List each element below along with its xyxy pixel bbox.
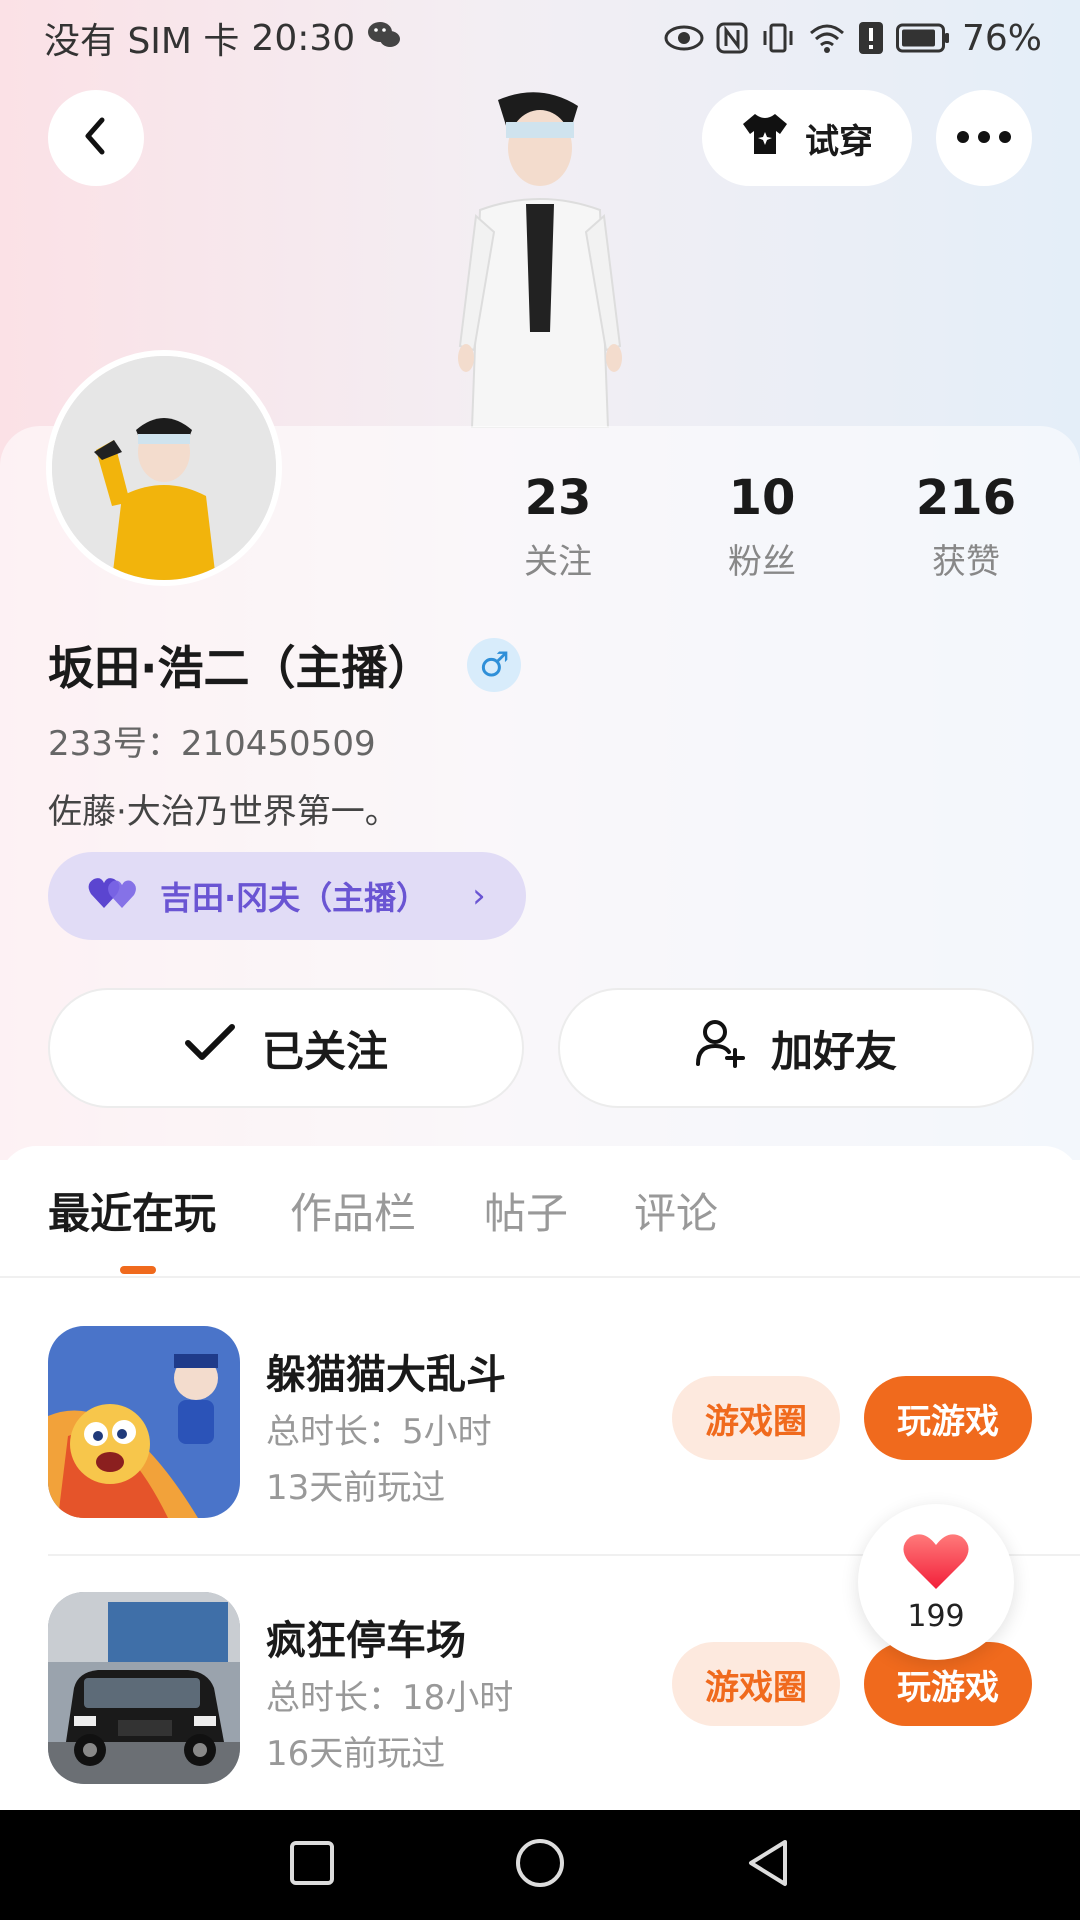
vibrate-icon xyxy=(760,22,796,54)
game-duration: 总时长：5小时 xyxy=(266,1412,492,1452)
tabs-divider xyxy=(0,1276,1080,1278)
stat-likes-label: 获赞 xyxy=(932,542,1000,582)
stat-following[interactable]: 23 关注 xyxy=(478,470,638,583)
game-item[interactable]: 躲猫猫大乱斗 总时长：5小时 13天前玩过 游戏圈 玩游戏 xyxy=(0,1326,1080,1522)
back-button[interactable] xyxy=(48,90,144,186)
user-bio: 佐藤·大治乃世界第一。 xyxy=(48,792,399,832)
user-id: 233号：210450509 xyxy=(48,724,376,764)
game-circle-button[interactable]: 游戏圈 xyxy=(672,1376,840,1460)
partner-name: 吉田·冈夫（主播） xyxy=(160,879,429,917)
follow-label: 已关注 xyxy=(261,1026,388,1076)
like-button[interactable]: 199 xyxy=(858,1504,1014,1660)
game-last-played: 13天前玩过 xyxy=(266,1468,446,1508)
game-title: 疯狂停车场 xyxy=(266,1618,466,1664)
user-name: 坂田·浩二（主播） xyxy=(48,641,434,695)
like-count: 199 xyxy=(907,1598,965,1634)
status-bar: 没有 SIM 卡 20:30 76% xyxy=(0,0,1080,76)
partner-link[interactable]: 吉田·冈夫（主播） › xyxy=(48,852,526,940)
game-last-played: 16天前玩过 xyxy=(266,1734,446,1774)
add-friend-label: 加好友 xyxy=(770,1026,897,1076)
stat-following-label: 关注 xyxy=(524,542,592,582)
back-icon xyxy=(78,116,114,160)
system-navigation-bar xyxy=(0,1810,1080,1920)
active-tab-indicator xyxy=(120,1266,156,1274)
stat-fans-label: 粉丝 xyxy=(728,542,796,582)
recent-apps-icon[interactable] xyxy=(289,1840,335,1890)
dressup-avatar-figure[interactable] xyxy=(420,92,660,429)
home-icon[interactable] xyxy=(514,1837,566,1893)
stat-fans-value: 10 xyxy=(728,470,796,526)
play-game-button[interactable]: 玩游戏 xyxy=(864,1376,1032,1460)
follow-button[interactable]: 已关注 xyxy=(48,988,524,1108)
game-icon-crazy-parking[interactable] xyxy=(48,1592,240,1784)
stat-likes-value: 216 xyxy=(915,470,1017,526)
tryon-label: 试穿 xyxy=(805,121,873,162)
battery-icon xyxy=(895,23,950,53)
hearts-icon xyxy=(88,874,138,918)
stat-fans[interactable]: 10 粉丝 xyxy=(682,470,842,583)
add-friend-button[interactable]: 加好友 xyxy=(558,988,1034,1108)
name-row: 坂田·浩二（主播） ♂ xyxy=(48,632,522,698)
game-duration: 总时长：18小时 xyxy=(266,1678,514,1718)
tryon-button[interactable]: 试穿 xyxy=(702,90,912,186)
check-icon xyxy=(184,1023,236,1073)
add-user-icon xyxy=(695,1018,745,1078)
back-nav-icon[interactable] xyxy=(745,1838,791,1892)
game-title: 躲猫猫大乱斗 xyxy=(266,1352,506,1398)
tab-recent-played[interactable]: 最近在玩 xyxy=(48,1180,216,1241)
male-gender-icon: ♂ xyxy=(467,638,522,692)
more-icon xyxy=(956,129,1012,148)
status-right: 76% xyxy=(664,18,1042,59)
avatar[interactable] xyxy=(46,350,282,586)
profile-tabs: 最近在玩 作品栏 帖子 评论 xyxy=(0,1180,1080,1276)
eye-icon xyxy=(664,23,704,53)
heart-icon xyxy=(902,1531,970,1595)
game-circle-button[interactable]: 游戏圈 xyxy=(672,1642,840,1726)
alert-icon xyxy=(858,21,884,55)
tab-posts[interactable]: 帖子 xyxy=(484,1180,568,1241)
status-left: 没有 SIM 卡 20:30 xyxy=(44,12,401,64)
wifi-icon xyxy=(808,22,846,54)
more-button[interactable] xyxy=(936,90,1032,186)
chevron-right-icon: › xyxy=(472,876,486,916)
stat-following-value: 23 xyxy=(524,470,592,526)
shirt-icon xyxy=(741,112,789,165)
nfc-icon xyxy=(716,22,748,54)
battery-percent: 76% xyxy=(961,17,1042,59)
wechat-icon xyxy=(367,18,401,59)
carrier-text: 没有 SIM 卡 xyxy=(44,21,240,62)
stat-likes[interactable]: 216 获赞 xyxy=(886,470,1046,583)
tab-comments[interactable]: 评论 xyxy=(634,1180,718,1241)
tab-works[interactable]: 作品栏 xyxy=(290,1180,416,1241)
game-icon-hide-and-seek[interactable] xyxy=(48,1326,240,1518)
clock: 20:30 xyxy=(251,17,356,59)
